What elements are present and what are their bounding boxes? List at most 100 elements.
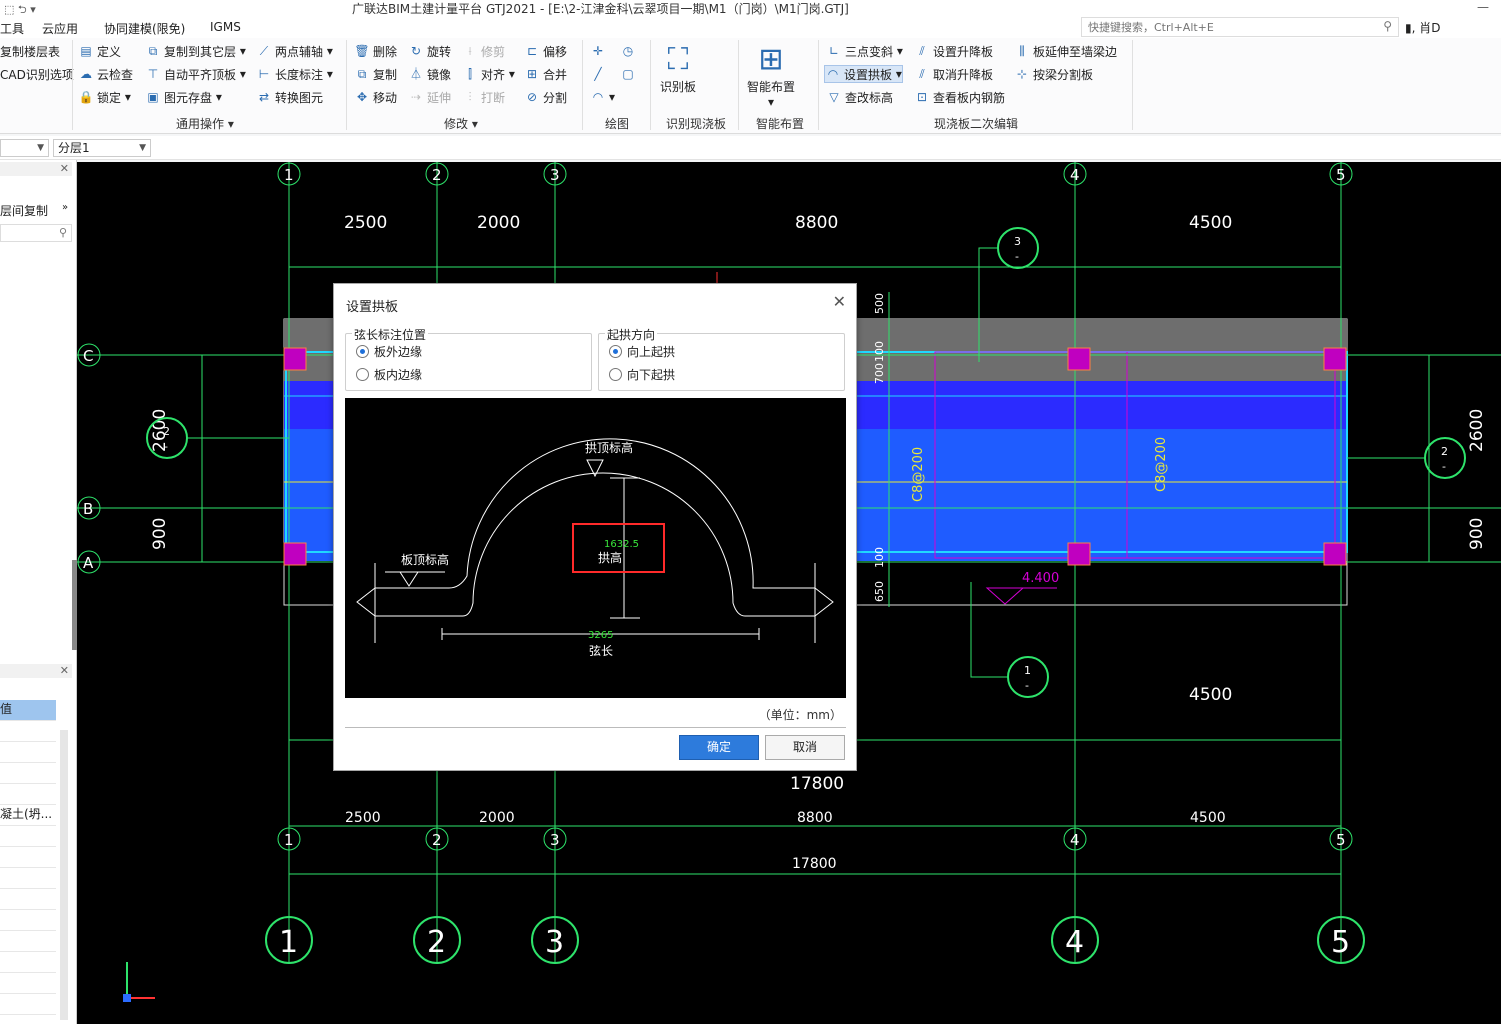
floor-combo[interactable]: ▼ [0,139,49,157]
menu-cloud[interactable]: 云应用 [42,20,78,37]
auto-align-top-button[interactable]: ⊤ 自动平齐顶板 ▾ [145,65,246,83]
group-general-label[interactable]: 通用操作 ▾ [176,115,234,132]
property-row[interactable] [0,931,56,952]
user-account[interactable]: ▮, 肖D [1405,19,1440,36]
menu-collab[interactable]: 协同建模(限免) [104,20,185,37]
property-row[interactable] [0,826,56,847]
property-row[interactable]: 值 [0,700,56,721]
menu-igms[interactable]: IGMS [210,20,241,34]
delete-button[interactable]: 🗑 删除 [354,42,397,60]
more-icon[interactable]: » [62,202,68,213]
property-row[interactable] [0,889,56,910]
copy-to-layer-button[interactable]: ⧉ 复制到其它层 ▾ [145,42,246,60]
break-button[interactable]: ⫶ 打断 [462,88,505,106]
move-button[interactable]: ✥ 移动 [354,88,397,106]
extend-to-beam-button[interactable]: ⫼ 板延伸至墙梁边 [1014,42,1117,60]
ribbon-divider [346,40,347,130]
column [1323,347,1347,371]
window-title: 广联达BIM土建计量平台 GTJ2021 - [E:\2-江津金科\云翠项目一期… [352,2,849,16]
convert-icon: ⇄ [258,90,270,104]
property-row[interactable] [0,721,56,742]
unit-label: （单位：mm） [758,708,842,722]
property-row[interactable] [0,973,56,994]
property-row[interactable] [0,910,56,931]
minimize-button[interactable]: — [1477,0,1489,14]
merge-button[interactable]: ⊞ 合并 [524,65,567,83]
elevation-marker [985,587,1025,605]
slope-icon: ∟ [828,44,840,58]
align-button[interactable]: ⫿ 对齐 ▾ [462,65,515,83]
radio-inner-edge[interactable]: 板内边缘 [356,366,422,383]
copy-button[interactable]: ⧉ 复制 [354,65,397,83]
recognize-slab-button[interactable]: ⛶ 识别板 [656,42,700,95]
two-point-axis-button[interactable]: ⟋ 两点辅轴 ▾ [256,42,333,60]
property-row[interactable] [0,742,56,763]
rotate-point-button[interactable]: ◷ [620,42,639,60]
radio-outer-edge[interactable]: 板外边缘 [356,343,422,360]
trim-button[interactable]: ⟊ 修剪 [462,42,505,60]
smart-place-button[interactable]: ⊞ 智能布置 ▾ [745,42,797,109]
cad-options-button[interactable]: CAD识别选项 [0,65,74,83]
layer-toolbar: ▼ 分层1 ▼ [0,136,1501,160]
search-icon[interactable]: ⚲ [1383,19,1392,33]
scrollbar[interactable] [60,730,68,1020]
layer-copy-button[interactable]: 层间复制 [0,202,48,219]
arc-draw-button[interactable]: ◠ ▾ [590,88,615,106]
axis-icon: ⟋ [259,44,269,58]
chord-position-legend: 弦长标注位置 [352,326,429,343]
three-point-slope-button[interactable]: ∟ 三点变斜 ▾ [826,42,903,60]
length-dim-button[interactable]: ⊢ 长度标注 ▾ [256,65,333,83]
cancel-raise-lower-button[interactable]: ⫽ 取消升降板 [914,65,993,83]
set-arch-slab-button[interactable]: ◠ 设置拱板 ▾ [824,65,903,83]
property-row[interactable] [0,784,56,805]
menu-tools[interactable]: 工具 [0,20,24,37]
radio-dot [609,368,622,381]
close-icon[interactable]: ✕ [60,664,69,677]
bottom-dimension: 2000 [479,810,515,826]
search-input[interactable] [1082,18,1372,36]
convert-element-button[interactable]: ⇄ 转换图元 [256,88,323,106]
radio-arch-down[interactable]: 向下起拱 [609,366,675,383]
section-mark-number: 3 [1014,235,1021,248]
property-row[interactable] [0,763,56,784]
cancel-button[interactable]: 取消 [765,735,845,760]
split-button[interactable]: ⊘ 分割 [524,88,567,106]
cancel-raise-icon: ⫽ [919,67,925,81]
line-draw-button[interactable]: ╱ [590,65,609,83]
layer-combo[interactable]: 分层1 ▼ [53,139,151,157]
offset-button[interactable]: ⊏ 偏移 [524,42,567,60]
split-by-beam-button[interactable]: ⊹ 按梁分割板 [1014,65,1093,83]
rect-draw-button[interactable]: ▢ [620,65,639,83]
close-icon[interactable]: ✕ [60,162,69,175]
view-rebar-button[interactable]: ⊡ 查看板内钢筋 [914,88,1005,106]
mirror-button[interactable]: ⏃ 镜像 [408,65,451,83]
copy-floor-table-button[interactable]: 复制楼层表 [0,42,60,60]
panel-search-input[interactable]: ⚲ [0,224,72,242]
property-row[interactable] [0,952,56,973]
clock-icon: ◷ [622,44,634,58]
rise-value: 1632.5 [604,539,639,550]
radio-arch-up[interactable]: 向上起拱 [609,343,675,360]
property-row[interactable] [0,847,56,868]
edit-elevation-button[interactable]: ▽ 查改标高 [826,88,893,106]
set-raise-lower-button[interactable]: ⫽ 设置升降板 [914,42,993,60]
axis-number-large: 2 [427,925,446,960]
property-row[interactable]: 凝土(坍... [0,805,56,826]
ok-button[interactable]: 确定 [679,735,759,760]
property-row[interactable] [0,994,56,1015]
save-element-button[interactable]: ▣ 图元存盘 ▾ [145,88,222,106]
lock-button[interactable]: 🔒 锁定 ▾ [78,88,131,106]
define-button[interactable]: ▤ 定义 [78,42,121,60]
cloud-check-button[interactable]: ☁ 云检查 [78,65,133,83]
right-dimension: 900 [1467,518,1487,550]
rotate-button[interactable]: ↻ 旋转 [408,42,451,60]
group-modify-label[interactable]: 修改 ▾ [444,115,478,132]
column [283,542,307,566]
close-icon[interactable]: ✕ [833,292,846,311]
rebar-icon: ⊡ [916,90,928,104]
property-row[interactable] [0,868,56,889]
shortcut-search[interactable]: ⚲ [1081,17,1399,37]
arc-icon: ◠ [592,90,604,104]
extend-button[interactable]: ⇢ 延伸 [408,88,451,106]
point-draw-button[interactable]: ✛ [590,42,609,60]
